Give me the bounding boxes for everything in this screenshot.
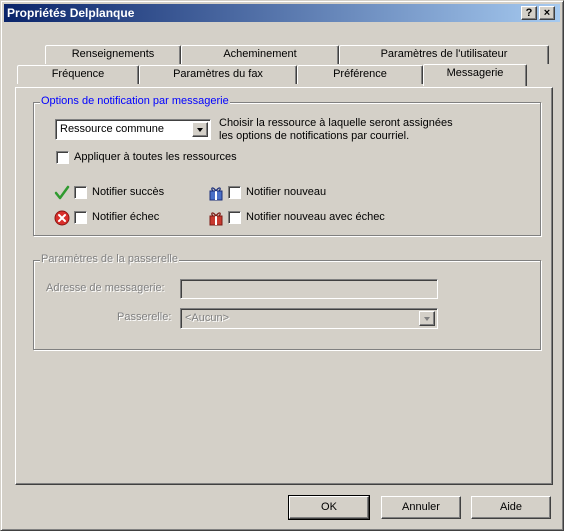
gateway-select-value: <Aucun> [185,312,230,324]
tab-parametres-utilisateur[interactable]: Paramètres de l'utilisateur [339,45,549,64]
notify-new-failure-checkbox[interactable] [228,211,241,224]
tab-acheminement[interactable]: Acheminement [181,45,339,64]
cancel-button[interactable]: Annuler [381,496,461,519]
notify-new-label: Notifier nouveau [246,186,327,198]
help-title-button[interactable]: ? [521,6,537,20]
notify-new-checkbox[interactable] [228,186,241,199]
resource-help-line2: les options de notifications par courrie… [219,130,410,142]
notify-new-failure-label: Notifier nouveau avec échec [246,211,385,223]
properties-dialog: Propriétés Delplanque ? × Renseignements… [0,0,564,531]
gateway-group-label: Paramètres de la passerelle [40,253,179,265]
gift-error-icon [209,212,223,226]
notify-success-checkbox[interactable] [74,186,87,199]
help-button[interactable]: Aide [471,496,551,519]
notification-group-label: Options de notification par messagerie [40,95,230,107]
apply-all-label: Appliquer à toutes les ressources [74,151,237,163]
close-button[interactable]: × [539,6,555,20]
chevron-down-icon [197,128,203,132]
gateway-settings-group: Paramètres de la passerelle Adresse de m… [33,253,541,350]
tab-messagerie[interactable]: Messagerie [423,64,527,86]
gateway-dropdown-button[interactable] [419,311,435,326]
messagerie-panel: Options de notification par messagerie R… [15,87,553,485]
resource-help-line1: Choisir la ressource à laquelle seront a… [219,117,453,129]
apply-all-checkbox[interactable] [56,151,69,164]
email-address-label: Adresse de messagerie: [46,282,165,294]
error-icon [54,210,70,226]
tab-parametres-fax[interactable]: Paramètres du fax [139,65,297,84]
resource-dropdown-button[interactable] [192,122,208,137]
tab-frequence[interactable]: Fréquence [17,65,139,84]
gateway-label: Passerelle: [117,311,172,323]
chevron-down-icon [424,317,430,321]
email-address-field[interactable] [180,279,438,299]
tab-preference[interactable]: Préférence [297,65,423,84]
notify-failure-checkbox[interactable] [74,211,87,224]
resource-select[interactable]: Ressource commune [55,119,211,140]
title-bar[interactable]: Propriétés Delplanque ? × [4,4,560,22]
notify-failure-label: Notifier échec [92,211,160,223]
gift-icon [209,187,223,201]
tab-renseignements[interactable]: Renseignements [45,45,181,64]
resource-select-value: Ressource commune [60,123,164,135]
window-title: Propriétés Delplanque [7,6,135,20]
checkmark-icon [54,185,70,200]
gateway-select[interactable]: <Aucun> [180,308,438,329]
notify-success-label: Notifier succès [92,186,165,198]
ok-button[interactable]: OK [288,495,370,520]
notification-options-group: Options de notification par messagerie R… [33,95,541,236]
